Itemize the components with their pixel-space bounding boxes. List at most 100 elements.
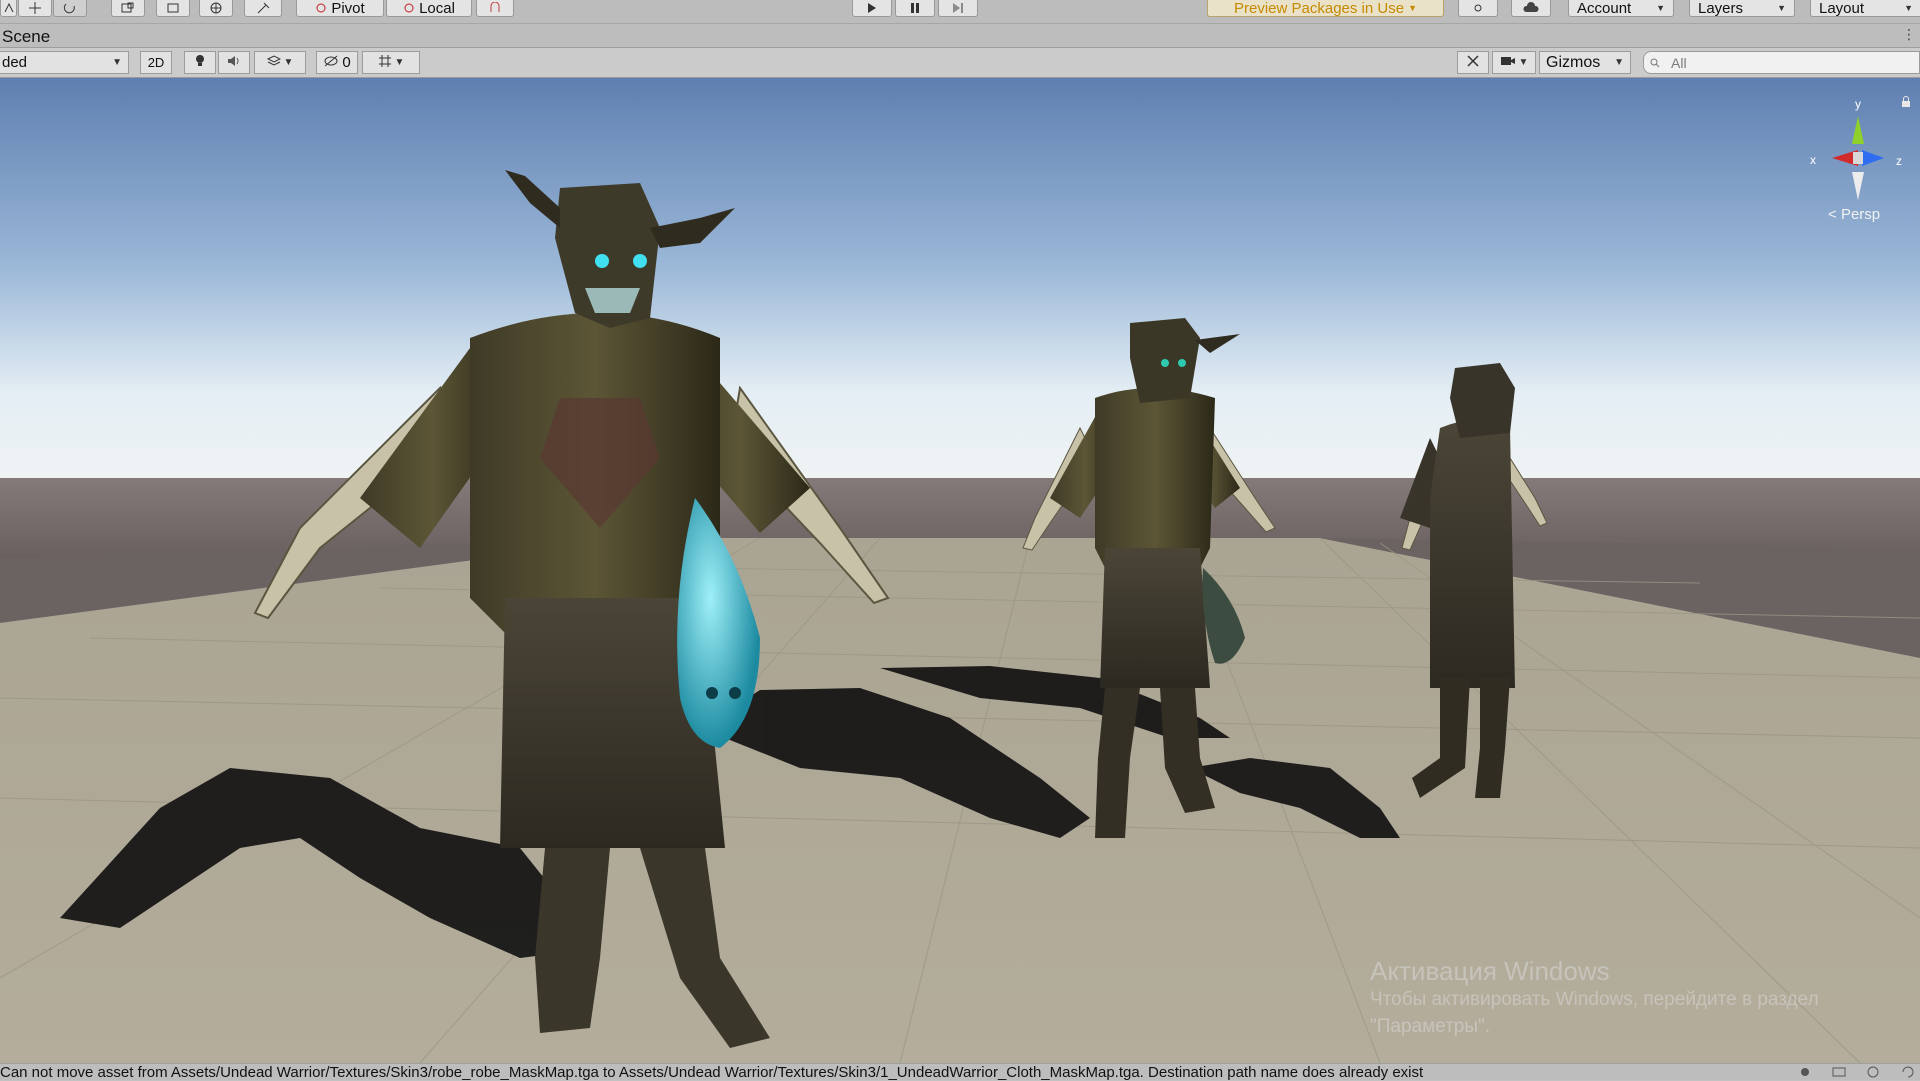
gizmos-label: Gizmos — [1546, 53, 1601, 71]
chevron-down-icon: ▼ — [283, 57, 294, 68]
play-button[interactable] — [852, 0, 892, 17]
scene-toolbar: ded ▼ 2D ▼ 0 ▼ ▼ Gizmos ▼ All — [0, 48, 1920, 78]
snap-icon — [488, 2, 502, 14]
step-button[interactable] — [938, 0, 978, 17]
console-status-message[interactable]: Can not move asset from Assets/Undead Wa… — [0, 1065, 1423, 1081]
preview-packages-button[interactable]: Preview Packages in Use ▼ — [1207, 0, 1444, 17]
pivot-label: Pivot — [331, 0, 365, 17]
view-tool-icon — [4, 3, 14, 13]
layout-dropdown[interactable]: Layout ▼ — [1810, 0, 1920, 17]
inbox-icon[interactable] — [1831, 1065, 1847, 1079]
hidden-objects-toggle[interactable]: 0 — [316, 51, 358, 74]
scene-viewport[interactable]: y x z < Persp Активация Windows Чтобы ак… — [0, 78, 1920, 1063]
lighting-icon — [194, 54, 206, 72]
audio-icon — [227, 54, 241, 71]
chevron-down-icon: ▼ — [1614, 57, 1624, 68]
lighting-toggle[interactable] — [184, 51, 216, 74]
rect-tool-icon — [166, 2, 180, 14]
scene-tab-label: Scene — [2, 27, 51, 46]
hidden-objects-icon — [323, 54, 339, 71]
gizmos-dropdown[interactable]: Gizmos ▼ — [1539, 51, 1631, 74]
hidden-count: 0 — [342, 54, 351, 71]
chevron-down-icon: ▼ — [112, 57, 122, 68]
cache-icon[interactable] — [1865, 1065, 1881, 1079]
local-button[interactable]: Local — [386, 0, 472, 17]
shading-mode-dropdown[interactable]: ded ▼ — [0, 51, 129, 74]
scene-search-input[interactable]: All — [1643, 51, 1920, 74]
pause-button[interactable] — [895, 0, 935, 17]
tab-scene[interactable]: Scene — [0, 24, 52, 48]
camera-icon — [1500, 54, 1516, 71]
gizmo-z-axis[interactable] — [1862, 150, 1884, 166]
chevron-down-icon: ▼ — [1518, 57, 1529, 68]
rotate-tool-button[interactable] — [53, 0, 87, 17]
lock-icon[interactable] — [1900, 96, 1912, 108]
progress-icon[interactable] — [1900, 1065, 1916, 1079]
grid-icon — [378, 54, 392, 72]
2d-toggle[interactable]: 2D — [140, 51, 172, 74]
watermark-line1: Чтобы активировать Windows, перейдите в … — [1370, 989, 1819, 1010]
rotate-tool-icon — [63, 2, 77, 14]
transform-tool-icon — [209, 2, 223, 14]
effects-icon — [266, 54, 281, 71]
snap-button[interactable] — [476, 0, 514, 17]
watermark-title: Активация Windows — [1370, 956, 1610, 986]
layers-dropdown[interactable]: Layers ▼ — [1689, 0, 1795, 17]
account-label: Account — [1577, 0, 1632, 17]
cloud-icon — [1523, 2, 1539, 14]
scale-tool-button[interactable] — [111, 0, 145, 17]
collab-icon — [1471, 2, 1485, 14]
tab-menu-icon[interactable]: ⋮ — [1902, 26, 1916, 43]
account-dropdown[interactable]: Account ▼ — [1568, 0, 1674, 17]
main-toolbar: Pivot Local Preview Packages in Use ▼ Ac… — [0, 0, 1920, 24]
2d-label: 2D — [147, 55, 165, 70]
rect-tool-button[interactable] — [156, 0, 190, 17]
gizmo-y-label: y — [1855, 97, 1861, 111]
chevron-down-icon: ▼ — [1777, 2, 1786, 13]
grid-dropdown[interactable]: ▼ — [362, 51, 420, 74]
status-bar: Can not move asset from Assets/Undead Wa… — [0, 1063, 1920, 1081]
layout-label: Layout — [1819, 0, 1865, 17]
pivot-icon — [315, 2, 327, 14]
custom-tool-icon — [256, 2, 270, 14]
gizmo-z-label: z — [1896, 154, 1902, 168]
pause-icon — [910, 2, 920, 14]
step-icon — [952, 2, 964, 14]
watermark-line2: "Параметры". — [1370, 1016, 1491, 1037]
custom-tool-button[interactable] — [244, 0, 282, 17]
bug-icon[interactable] — [1797, 1065, 1813, 1079]
search-placeholder: All — [1671, 54, 1687, 71]
gizmo-neg-y-axis[interactable] — [1852, 172, 1864, 200]
local-icon — [403, 2, 415, 14]
local-label: Local — [419, 0, 455, 17]
scene-render — [0, 78, 1920, 1063]
transform-tool-button[interactable] — [199, 0, 233, 17]
scale-tool-icon — [121, 2, 135, 14]
search-icon — [1650, 55, 1662, 71]
move-tool-button[interactable] — [18, 0, 52, 17]
layers-label: Layers — [1698, 0, 1744, 17]
collab-button[interactable] — [1458, 0, 1498, 17]
chevron-down-icon: ▼ — [1904, 2, 1913, 13]
move-tool-icon — [28, 2, 42, 14]
pivot-button[interactable]: Pivot — [296, 0, 384, 17]
preview-packages-label: Preview Packages in Use — [1234, 0, 1405, 17]
gizmo-y-axis[interactable] — [1852, 116, 1864, 144]
shading-mode-label: ded — [2, 54, 28, 71]
play-icon — [867, 2, 877, 14]
camera-dropdown[interactable]: ▼ — [1492, 51, 1536, 74]
chevron-down-icon: ▼ — [1656, 2, 1665, 13]
effects-dropdown[interactable]: ▼ — [254, 51, 306, 74]
chevron-left-icon: < — [1828, 206, 1837, 223]
audio-toggle[interactable] — [218, 51, 250, 74]
chevron-down-icon: ▼ — [394, 57, 405, 68]
view-tool-button[interactable] — [0, 0, 17, 17]
gizmo-x-label: x — [1810, 153, 1816, 167]
gizmo-center[interactable] — [1853, 152, 1863, 164]
chevron-down-icon: ▼ — [1408, 2, 1417, 13]
tools-toggle[interactable] — [1457, 51, 1489, 74]
scene-tab-bar: Scene ⋮ — [0, 24, 1920, 48]
projection-toggle[interactable]: < Persp — [1828, 206, 1880, 223]
cloud-button[interactable] — [1511, 0, 1551, 17]
windows-activation-watermark: Активация Windows Чтобы активировать Win… — [1370, 956, 1819, 1040]
